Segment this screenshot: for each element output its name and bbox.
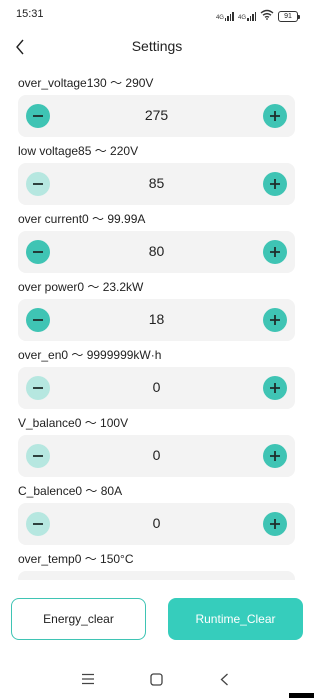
decrement-button[interactable] [26, 444, 50, 468]
minus-icon [33, 523, 43, 525]
decrement-button[interactable] [26, 376, 50, 400]
status-bar: 15:31 4G 4G 91 [0, 0, 314, 30]
value-stepper: 18 [18, 299, 295, 341]
setting-row: over current0 ～ 99.99A 80 [0, 210, 314, 278]
minus-icon [33, 251, 43, 253]
decrement-button[interactable] [26, 512, 50, 536]
network-type-2: 4G [237, 14, 246, 21]
increment-button[interactable] [263, 104, 287, 128]
back-triangle-icon [220, 673, 228, 685]
stepper-value[interactable]: 0 [58, 515, 255, 531]
decrement-button[interactable] [26, 308, 50, 332]
value-stepper: 85 [18, 163, 295, 205]
nav-back-button[interactable] [212, 668, 236, 690]
setting-row: V_balance0 ～ 100V 0 [0, 414, 314, 482]
setting-label: over power0 ～ 23.2kW [18, 280, 144, 294]
setting-row: C_balence0 ～ 80A 0 [0, 482, 314, 550]
setting-label: over_en0 ～ 9999999kW·h [18, 348, 162, 362]
minus-icon [33, 387, 43, 389]
menu-icon [82, 673, 94, 685]
minus-icon [33, 455, 43, 457]
plus-icon [270, 519, 280, 529]
home-square-icon [149, 672, 163, 686]
system-nav-bar [0, 660, 314, 698]
setting-label: C_balence0 ～ 80A [18, 484, 123, 498]
value-stepper: 0 [18, 503, 295, 545]
setting-row: low voltage85 ～ 220V 85 [0, 142, 314, 210]
wifi-icon [260, 7, 274, 25]
increment-button[interactable] [263, 172, 287, 196]
stepper-value[interactable]: 80 [58, 243, 255, 259]
value-stepper: 80 [18, 231, 295, 273]
setting-label: low voltage85 ～ 220V [18, 144, 139, 158]
decrement-button[interactable] [26, 172, 50, 196]
setting-row: over power0 ～ 23.2kW 18 [0, 278, 314, 346]
home-button[interactable] [144, 668, 168, 690]
setting-label: over_temp0 ～ 150°C [18, 552, 134, 566]
page-title: Settings [131, 38, 183, 54]
increment-button[interactable] [263, 308, 287, 332]
corner-mark [289, 693, 314, 698]
setting-label: over current0 ～ 99.99A [18, 212, 146, 226]
value-stepper: 0 [18, 435, 295, 477]
value-stepper [18, 571, 295, 580]
plus-icon [270, 247, 280, 257]
runtime-clear-button[interactable]: Runtime_Clear [168, 598, 303, 640]
plus-icon [270, 179, 280, 189]
status-time: 15:31 [16, 8, 44, 20]
minus-icon [33, 115, 43, 117]
setting-row: over_voltage130 ～ 290V 275 [0, 74, 314, 142]
settings-list[interactable]: over_voltage130 ～ 290V 275 low voltage85 ～… [0, 70, 314, 580]
energy-clear-button[interactable]: Energy_clear [11, 598, 146, 640]
value-stepper: 275 [18, 95, 295, 137]
value-stepper: 0 [18, 367, 295, 409]
decrement-button[interactable] [26, 240, 50, 264]
increment-button[interactable] [263, 240, 287, 264]
plus-icon [270, 111, 280, 121]
stepper-value[interactable]: 275 [58, 107, 255, 123]
battery-icon: 91 [278, 10, 300, 22]
setting-label: over_voltage130 ～ 290V [18, 76, 154, 90]
signal-icon: 4G [215, 11, 234, 21]
increment-button[interactable] [263, 512, 287, 536]
setting-label: V_balance0 ～ 100V [18, 416, 129, 430]
header: Settings [0, 30, 314, 64]
plus-icon [270, 451, 280, 461]
setting-row: over_en0 ～ 9999999kW·h 0 [0, 346, 314, 414]
network-type-1: 4G [215, 14, 224, 21]
stepper-value[interactable]: 0 [58, 379, 255, 395]
signal-icon-2: 4G [237, 11, 256, 21]
plus-icon [270, 315, 280, 325]
minus-icon [33, 183, 43, 185]
status-icons: 4G 4G 91 [215, 7, 300, 25]
action-panel: Energy_clear Runtime_Clear [0, 580, 314, 660]
stepper-value[interactable]: 0 [58, 447, 255, 463]
decrement-button[interactable] [26, 104, 50, 128]
plus-icon [270, 383, 280, 393]
increment-button[interactable] [263, 376, 287, 400]
menu-button[interactable] [76, 668, 100, 690]
setting-row: over_temp0 ～ 150°C [0, 550, 314, 580]
minus-icon [33, 319, 43, 321]
increment-button[interactable] [263, 444, 287, 468]
stepper-value[interactable]: 85 [58, 175, 255, 191]
stepper-value[interactable]: 18 [58, 311, 255, 327]
